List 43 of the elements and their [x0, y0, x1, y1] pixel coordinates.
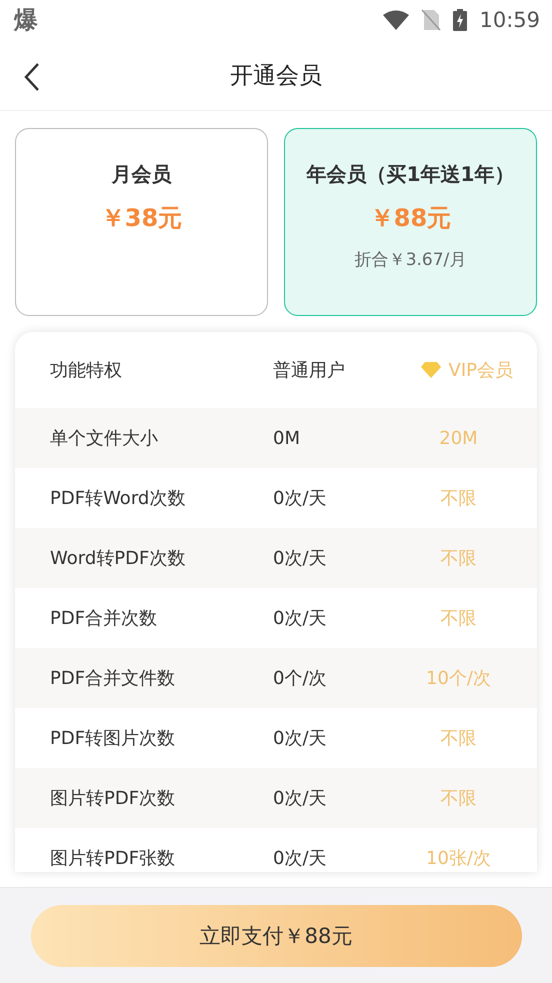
table-cell-text: 不限: [440, 607, 478, 630]
table-cell-text: 10个/次: [425, 667, 492, 690]
table-cell-text: 20M: [438, 428, 479, 448]
diamond-icon: [420, 362, 441, 378]
table-cell-text: 0次/天: [273, 487, 328, 510]
table-cell-text: 0次/天: [273, 547, 328, 570]
pay-button[interactable]: 立即支付￥88元: [30, 904, 522, 966]
table-cell-text: 0次/天: [273, 847, 328, 870]
table-cell-text: 图片转PDF次数: [50, 787, 176, 810]
table-cell-text: 单个文件大小: [50, 427, 159, 450]
plan-name: 月会员: [112, 161, 172, 188]
column-header: VIP会员: [448, 359, 513, 382]
table-cell-text: PDF转Word次数: [50, 487, 186, 510]
table-cell-text: PDF转图片次数: [50, 727, 176, 750]
table-cell-text: 不限: [440, 487, 478, 510]
table-cell-text: PDF合并次数: [50, 607, 158, 630]
table-cell-text: 不限: [440, 727, 478, 750]
plan-card[interactable]: 年会员（买1年送1年） ￥88元 折合￥3.67/月: [284, 128, 537, 316]
page-title: 开通会员: [230, 62, 322, 90]
column-header: 普通用户: [273, 359, 346, 382]
plan-name: 年会员（买1年送1年）: [306, 161, 514, 188]
app-notification-icon: 爆: [14, 4, 38, 36]
table-cell-text: PDF合并文件数: [50, 667, 176, 690]
clock-time: 10:59: [479, 8, 540, 32]
table-cell-text: 0次/天: [273, 607, 328, 630]
plan-price: ￥38元: [100, 203, 182, 234]
table-cell-text: 0个/次: [273, 667, 328, 690]
plan-price: ￥88元: [370, 203, 452, 234]
table-cell-text: 不限: [440, 547, 478, 570]
table-cell-text: 10张/次: [425, 847, 492, 870]
table-cell-text: 不限: [440, 787, 478, 810]
table-cell-text: Word转PDF次数: [50, 547, 186, 570]
no-sim-icon: [421, 9, 442, 31]
table-cell-text: 0次/天: [273, 727, 328, 750]
table-cell-text: 0次/天: [273, 787, 328, 810]
plan-monthly-price: 折合￥3.67/月: [354, 249, 466, 271]
plan-card[interactable]: 月会员 ￥38元: [15, 128, 268, 316]
wifi-icon: [383, 10, 410, 30]
back-icon[interactable]: [22, 62, 42, 92]
column-header: 功能特权: [50, 359, 123, 382]
table-cell-text: 图片转PDF张数: [50, 847, 176, 870]
table-cell-text: 0M: [273, 428, 301, 448]
battery-charging-icon: [453, 9, 468, 31]
